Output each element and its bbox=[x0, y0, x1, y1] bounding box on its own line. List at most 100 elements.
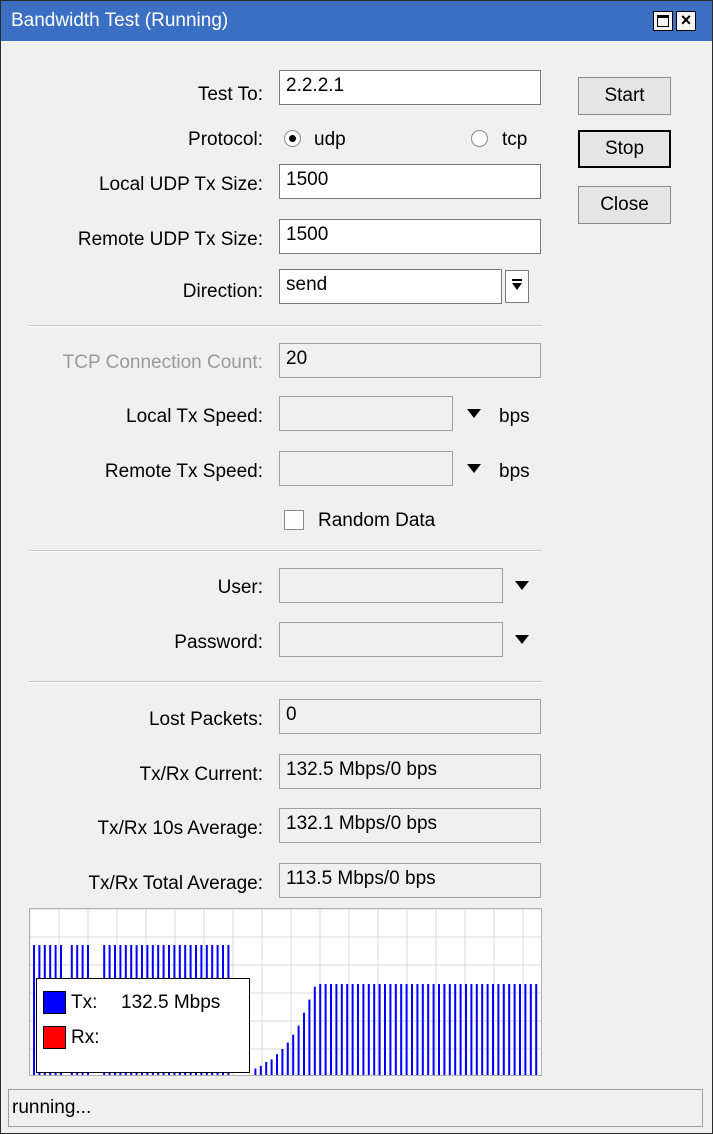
tx-bar bbox=[454, 984, 457, 1075]
password-dropdown-icon[interactable] bbox=[515, 635, 529, 644]
tx-bar bbox=[254, 1068, 257, 1075]
tx-bar bbox=[519, 984, 521, 1075]
maximize-button[interactable] bbox=[653, 11, 673, 31]
tcp-connection-count-input: 20 bbox=[279, 343, 541, 378]
local-tx-speed-label: Local Tx Speed: bbox=[126, 406, 263, 427]
test-to-label: Test To: bbox=[197, 84, 263, 105]
tx-bar bbox=[313, 986, 316, 1075]
tx-bar bbox=[405, 984, 408, 1075]
tx-bar bbox=[535, 984, 538, 1075]
tx-bar bbox=[421, 984, 424, 1075]
tx-bar bbox=[303, 1012, 305, 1075]
local-udp-tx-size-label: Local UDP Tx Size: bbox=[98, 174, 263, 195]
tx-rx-total-average-label: Tx/Rx Total Average: bbox=[88, 873, 263, 894]
tx-bar bbox=[292, 1034, 295, 1075]
tx-bar bbox=[281, 1049, 284, 1075]
tx-bar bbox=[335, 984, 338, 1075]
stop-button[interactable]: Stop bbox=[578, 130, 671, 168]
tx-bar bbox=[373, 984, 376, 1075]
remote-udp-tx-size-label: Remote UDP Tx Size: bbox=[77, 229, 263, 250]
tcp-connection-count-label: TCP Connection Count: bbox=[62, 352, 263, 373]
tx-rx-current-value: 132.5 Mbps/0 bps bbox=[279, 754, 541, 789]
tx-bar bbox=[438, 984, 440, 1075]
tx-bar bbox=[346, 984, 349, 1075]
remote-tx-speed-label: Remote Tx Speed: bbox=[104, 461, 263, 482]
tx-bar bbox=[378, 984, 381, 1075]
separator bbox=[29, 550, 542, 552]
tx-bar bbox=[394, 984, 397, 1075]
remote-udp-tx-size-input[interactable]: 1500 bbox=[279, 219, 541, 254]
random-data-label[interactable]: Random Data bbox=[318, 510, 435, 532]
random-data-checkbox[interactable] bbox=[284, 510, 304, 530]
local-udp-tx-size-input[interactable]: 1500 bbox=[279, 164, 541, 199]
separator bbox=[29, 681, 542, 683]
password-input[interactable] bbox=[279, 622, 503, 657]
tx-rx-current-label: Tx/Rx Current: bbox=[139, 764, 263, 785]
tx-bar bbox=[340, 984, 343, 1075]
close-window-button[interactable]: × bbox=[676, 11, 696, 31]
remote-tx-speed-input[interactable] bbox=[279, 451, 453, 486]
tx-bar bbox=[459, 984, 462, 1075]
close-button[interactable]: Close bbox=[578, 186, 671, 224]
tx-bar bbox=[432, 984, 435, 1075]
protocol-tcp-radio[interactable] bbox=[471, 130, 488, 147]
tx-legend-value: 132.5 Mbps bbox=[121, 992, 221, 1013]
tx-bar bbox=[324, 984, 327, 1075]
tx-bar bbox=[308, 999, 311, 1075]
tx-bar bbox=[481, 984, 484, 1075]
start-button[interactable]: Start bbox=[578, 77, 671, 115]
window-title: Bandwidth Test (Running) bbox=[11, 10, 229, 31]
protocol-tcp-label[interactable]: tcp bbox=[502, 129, 527, 151]
tx-rx-total-average-value: 113.5 Mbps/0 bps bbox=[279, 863, 541, 898]
tx-legend-label: Tx: bbox=[71, 992, 98, 1013]
direction-dropdown-button[interactable] bbox=[505, 270, 529, 303]
protocol-udp-radio[interactable] bbox=[284, 130, 301, 147]
status-text: running... bbox=[12, 1097, 92, 1118]
user-input[interactable] bbox=[279, 568, 503, 603]
tx-bar bbox=[400, 984, 403, 1075]
remote-tx-speed-unit: bps bbox=[499, 461, 530, 482]
local-tx-speed-input[interactable] bbox=[279, 396, 453, 431]
tx-bar bbox=[443, 984, 446, 1075]
direction-select[interactable]: send bbox=[279, 269, 502, 304]
tx-bar bbox=[297, 1025, 300, 1075]
tx-bar bbox=[508, 984, 511, 1075]
status-bar: running... bbox=[8, 1089, 703, 1127]
tx-bar bbox=[448, 984, 451, 1075]
user-dropdown-icon[interactable] bbox=[515, 581, 529, 590]
tx-bar bbox=[470, 984, 473, 1075]
tx-bar bbox=[384, 984, 386, 1075]
tx-bar bbox=[276, 1054, 278, 1075]
tx-bar bbox=[389, 984, 392, 1075]
tx-bar bbox=[286, 1042, 289, 1075]
tx-bar bbox=[270, 1059, 273, 1075]
title-bar[interactable]: Bandwidth Test (Running) × bbox=[1, 1, 712, 41]
bandwidth-test-window: Bandwidth Test (Running) × Start Stop Cl… bbox=[0, 0, 713, 1134]
tx-bar bbox=[33, 945, 35, 1075]
tx-bar bbox=[486, 984, 489, 1075]
tx-bar bbox=[427, 984, 430, 1075]
tx-bar bbox=[524, 984, 527, 1075]
tx-bar bbox=[357, 984, 359, 1075]
tx-rx-10s-average-value: 132.1 Mbps/0 bps bbox=[279, 808, 541, 843]
local-tx-speed-dropdown-icon[interactable] bbox=[467, 409, 481, 418]
traffic-legend-visible: Tx: 132.5 Mbps Rx: bbox=[36, 978, 250, 1073]
test-to-input[interactable]: 2.2.2.1 bbox=[279, 70, 541, 105]
tx-bar bbox=[362, 984, 365, 1075]
user-label: User: bbox=[217, 577, 263, 598]
remote-tx-speed-dropdown-icon[interactable] bbox=[467, 464, 481, 473]
direction-label: Direction: bbox=[182, 281, 263, 302]
separator bbox=[29, 325, 542, 327]
tx-bar bbox=[497, 984, 500, 1075]
protocol-udp-label[interactable]: udp bbox=[314, 129, 346, 151]
lost-packets-label: Lost Packets: bbox=[148, 709, 263, 730]
tx-bar bbox=[259, 1065, 262, 1075]
lost-packets-value: 0 bbox=[279, 699, 541, 734]
tx-bar bbox=[475, 984, 478, 1075]
tx-swatch bbox=[43, 991, 66, 1014]
tx-bar bbox=[319, 984, 322, 1075]
tx-bar bbox=[265, 1062, 268, 1075]
tx-bar bbox=[465, 984, 467, 1075]
rx-legend-label: Rx: bbox=[71, 1027, 100, 1048]
protocol-label: Protocol: bbox=[188, 129, 263, 150]
